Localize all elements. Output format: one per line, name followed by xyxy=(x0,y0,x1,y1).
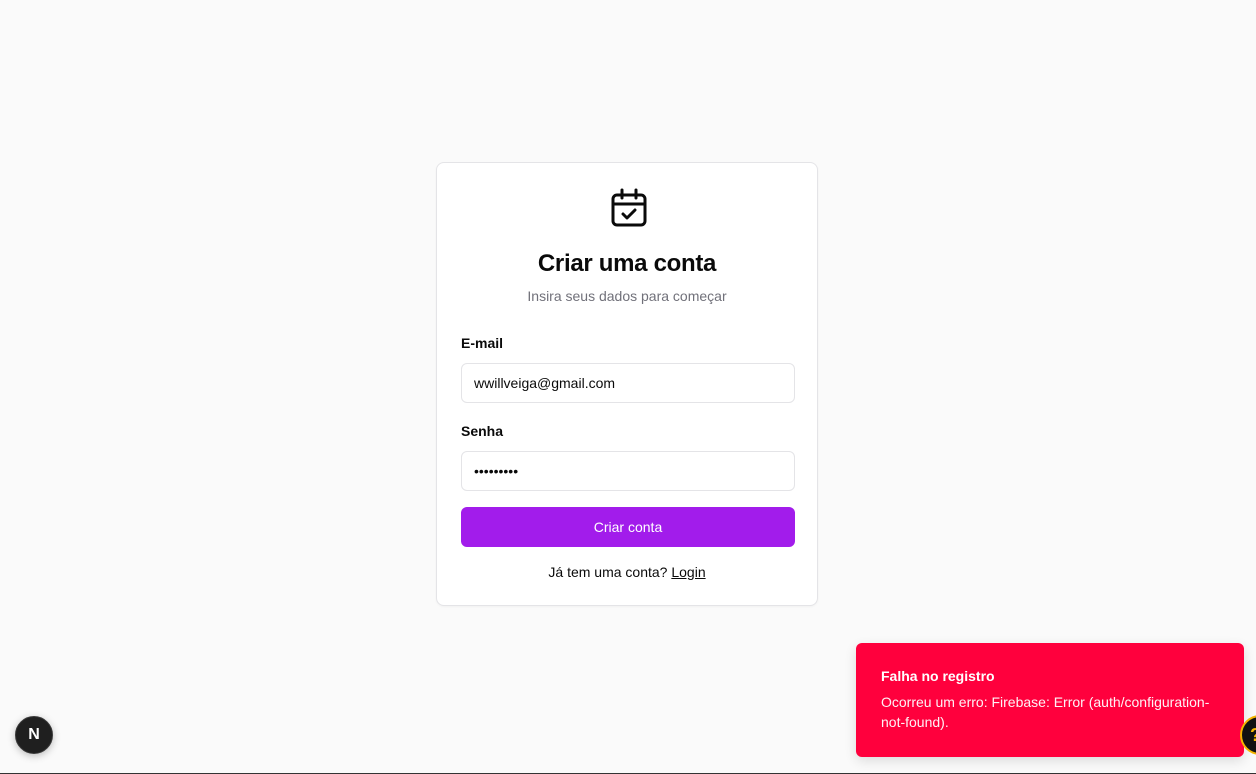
error-toast[interactable]: Falha no registro Ocorreu um erro: Fireb… xyxy=(856,643,1244,757)
create-account-button[interactable]: Criar conta xyxy=(461,507,795,547)
password-field[interactable] xyxy=(461,451,795,491)
email-label: E-mail xyxy=(461,335,504,351)
login-link[interactable]: Login xyxy=(671,564,705,580)
password-label: Senha xyxy=(461,423,504,439)
signup-card: Criar uma conta Insira seus dados para c… xyxy=(436,162,818,606)
help-glyph: ? xyxy=(1250,725,1256,746)
toast-message: Ocorreu um erro: Firebase: Error (auth/c… xyxy=(881,694,1210,730)
toast-title: Falha no registro xyxy=(881,668,995,684)
nextjs-badge-letter: N xyxy=(28,726,40,743)
page-subtitle: Insira seus dados para começar xyxy=(527,288,727,304)
nextjs-logo-icon[interactable]: N xyxy=(15,716,53,754)
login-prompt: Já tem uma conta? Login xyxy=(437,564,817,580)
login-prompt-text: Já tem uma conta? xyxy=(548,564,668,580)
calendar-check-icon xyxy=(610,188,648,228)
page-title: Criar uma conta xyxy=(537,250,717,277)
email-field[interactable] xyxy=(461,363,795,403)
